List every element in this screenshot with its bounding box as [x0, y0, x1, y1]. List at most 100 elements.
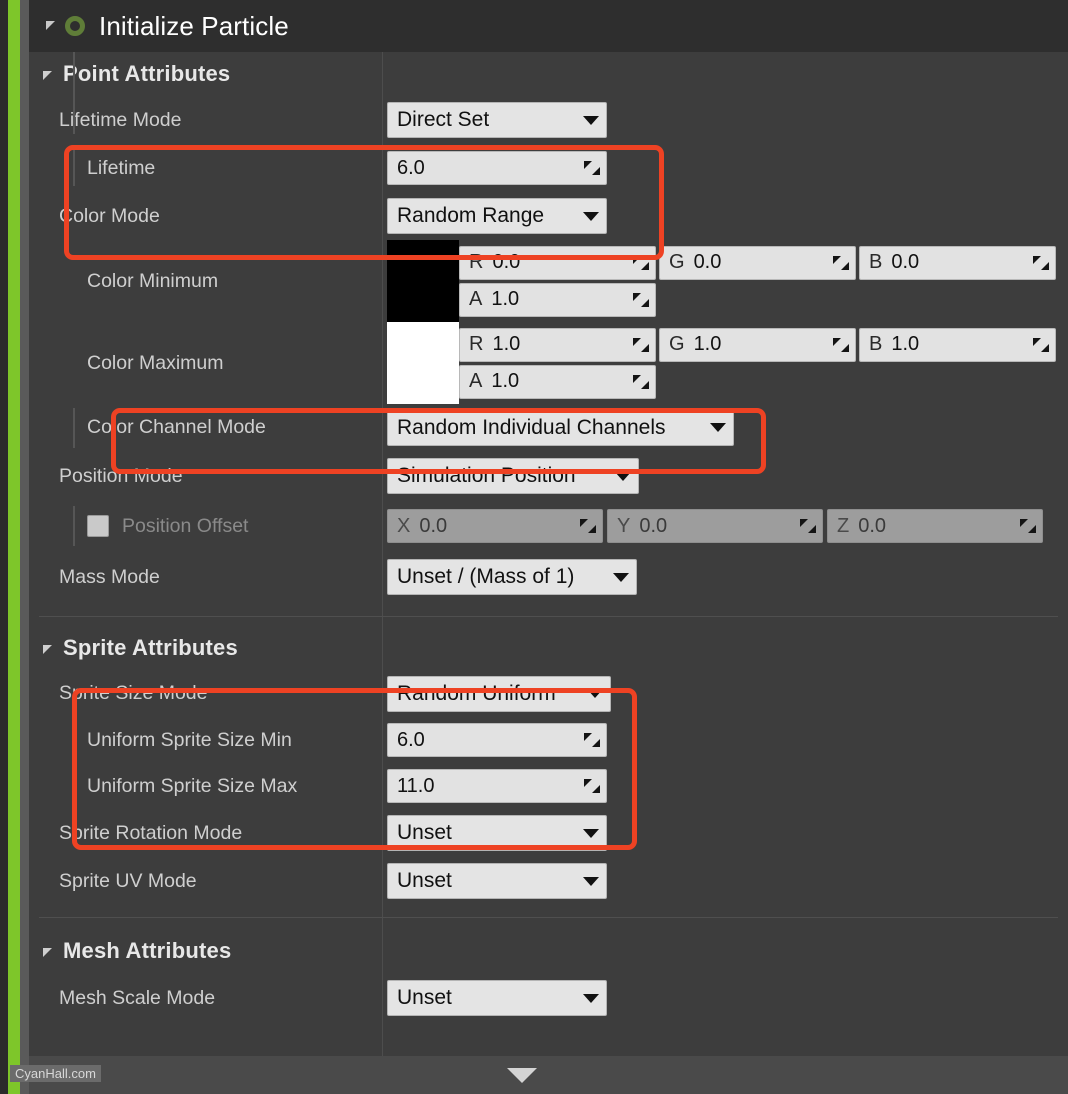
drag-spinner-icon[interactable] [584, 732, 600, 748]
position-mode-dropdown[interactable]: Simulation Position [387, 458, 639, 494]
field-value: 0.0 [492, 251, 521, 273]
drag-spinner-icon[interactable] [800, 518, 816, 534]
indent-guide [73, 717, 75, 763]
indent-guide [73, 150, 75, 186]
sprite-rotation-mode-dropdown[interactable]: Unset [387, 815, 607, 851]
lifetime-mode-dropdown[interactable]: Direct Set [387, 102, 607, 138]
position-offset-y-input[interactable]: Y 0.0 [607, 509, 823, 543]
drag-spinner-icon[interactable] [584, 778, 600, 794]
drag-spinner-icon[interactable] [833, 337, 849, 353]
row-mass-mode: Mass Mode Unset / (Mass of 1) [29, 551, 1068, 603]
module-collapse-caret[interactable] [37, 20, 63, 31]
row-color-mode: Color Mode Random Range [29, 192, 1068, 240]
property-label: Position Mode [59, 464, 183, 487]
color-max-a-input[interactable]: A 1.0 [459, 364, 656, 399]
color-min-b-input[interactable]: B 0.0 [859, 245, 1056, 280]
mass-mode-dropdown[interactable]: Unset / (Mass of 1) [387, 559, 637, 595]
color-min-g-input[interactable]: G 0.0 [659, 245, 856, 280]
uniform-sprite-size-max-input[interactable]: 11.0 [387, 769, 607, 803]
row-sprite-rotation-mode: Sprite Rotation Mode Unset [29, 809, 1068, 857]
color-min-a-input[interactable]: A 1.0 [459, 282, 656, 317]
drag-spinner-icon[interactable] [1020, 518, 1036, 534]
row-lifetime-mode: Lifetime Mode Direct Set [29, 96, 1068, 144]
position-offset-z-input[interactable]: Z 0.0 [827, 509, 1043, 543]
field-value: 6.0 [397, 156, 425, 179]
channel-label: G [669, 251, 685, 273]
dropdown-value: Direct Set [397, 108, 490, 131]
chevron-down-icon [583, 993, 599, 1003]
module-header[interactable]: Initialize Particle [29, 0, 1068, 52]
triangle-down-icon [43, 70, 52, 80]
channel-label: Z [837, 514, 850, 537]
label-cell: Mesh Attributes [29, 928, 382, 974]
drag-spinner-icon[interactable] [580, 518, 596, 534]
label-cell: Point Attributes [29, 52, 382, 96]
sprite-uv-mode-dropdown[interactable]: Unset [387, 863, 607, 899]
indent-guide [73, 408, 75, 448]
property-label: Color Channel Mode [87, 416, 266, 438]
drag-spinner-icon[interactable] [1033, 255, 1049, 271]
lifetime-input[interactable]: 6.0 [387, 151, 607, 185]
row-position-mode: Position Mode Simulation Position [29, 451, 1068, 501]
section-header-sprite-attributes[interactable]: Sprite Attributes [29, 626, 1068, 670]
dropdown-value: Unset [397, 869, 452, 892]
row-sprite-size-mode: Sprite Size Mode Random Uniform [29, 670, 1068, 717]
value-cell: R 0.0 G 0.0 B 0.0 A 1.0 [382, 240, 1068, 322]
color-max-b-input[interactable]: B 1.0 [859, 327, 1056, 362]
drag-spinner-icon[interactable] [633, 374, 649, 390]
property-label: Sprite UV Mode [59, 869, 197, 892]
label-cell: Color Minimum [29, 240, 382, 322]
chevron-down-icon [583, 876, 599, 886]
property-label: Lifetime [87, 156, 156, 179]
label-cell: Color Maximum [29, 322, 382, 404]
color-max-g-input[interactable]: G 1.0 [659, 327, 856, 362]
section-header-point-attributes[interactable]: Point Attributes [29, 52, 1068, 96]
color-mode-dropdown[interactable]: Random Range [387, 198, 607, 234]
field-value: 1.0 [891, 333, 920, 355]
drag-spinner-icon[interactable] [1033, 337, 1049, 353]
drag-spinner-icon[interactable] [633, 337, 649, 353]
section-header-mesh-attributes[interactable]: Mesh Attributes [29, 928, 1068, 974]
field-value: 1.0 [491, 370, 520, 392]
row-mesh-scale-mode: Mesh Scale Mode Unset [29, 974, 1068, 1022]
drag-spinner-icon[interactable] [584, 160, 600, 176]
label-cell: Color Mode [29, 192, 382, 240]
color-min-r-input[interactable]: R 0.0 [459, 245, 656, 280]
section-title: Point Attributes [63, 61, 231, 86]
value-cell: 6.0 [382, 717, 1068, 763]
position-offset-x-input[interactable]: X 0.0 [387, 509, 603, 543]
uniform-sprite-size-min-input[interactable]: 6.0 [387, 723, 607, 757]
label-cell: Lifetime [29, 144, 382, 192]
label-cell: Sprite Rotation Mode [29, 809, 382, 857]
property-label: Color Mode [59, 204, 160, 227]
field-value: 1.0 [491, 288, 520, 310]
color-channel-mode-dropdown[interactable]: Random Individual Channels [387, 409, 734, 446]
module-title: Initialize Particle [99, 10, 289, 41]
value-cell: Random Range [382, 192, 1068, 240]
field-value: 0.0 [419, 514, 448, 537]
property-label: Sprite Size Mode [59, 682, 208, 704]
color-minimum-swatch[interactable] [387, 240, 459, 322]
indent-guide [73, 506, 75, 546]
dropdown-value: Simulation Position [397, 464, 576, 487]
expand-more-icon[interactable] [506, 1067, 537, 1083]
row-uniform-sprite-size-max: Uniform Sprite Size Max 11.0 [29, 763, 1068, 809]
value-cell: Unset [382, 809, 1068, 857]
drag-spinner-icon[interactable] [633, 292, 649, 308]
property-rows: Point Attributes Lifetime Mode Direct Se… [29, 52, 1068, 1022]
rgb-line: R 0.0 G 0.0 B 0.0 [459, 245, 1068, 280]
color-max-r-input[interactable]: R 1.0 [459, 327, 656, 362]
drag-spinner-icon[interactable] [633, 255, 649, 271]
position-offset-checkbox[interactable] [87, 515, 109, 537]
dropdown-value: Unset [397, 986, 452, 1009]
field-value: 11.0 [397, 774, 435, 797]
row-uniform-sprite-size-min: Uniform Sprite Size Min 6.0 [29, 717, 1068, 763]
color-maximum-swatch[interactable] [387, 322, 459, 404]
drag-spinner-icon[interactable] [833, 255, 849, 271]
editor-root: Initialize Particle Point Attributes Lif… [0, 0, 1068, 1094]
channel-label: A [469, 370, 483, 392]
mesh-scale-mode-dropdown[interactable]: Unset [387, 980, 607, 1016]
property-label: Mass Mode [59, 565, 160, 588]
row-color-maximum: Color Maximum R 1.0 G 1.0 B 1.0 A 1.0 [29, 52, 1068, 404]
sprite-size-mode-dropdown[interactable]: Random Uniform [387, 675, 611, 712]
